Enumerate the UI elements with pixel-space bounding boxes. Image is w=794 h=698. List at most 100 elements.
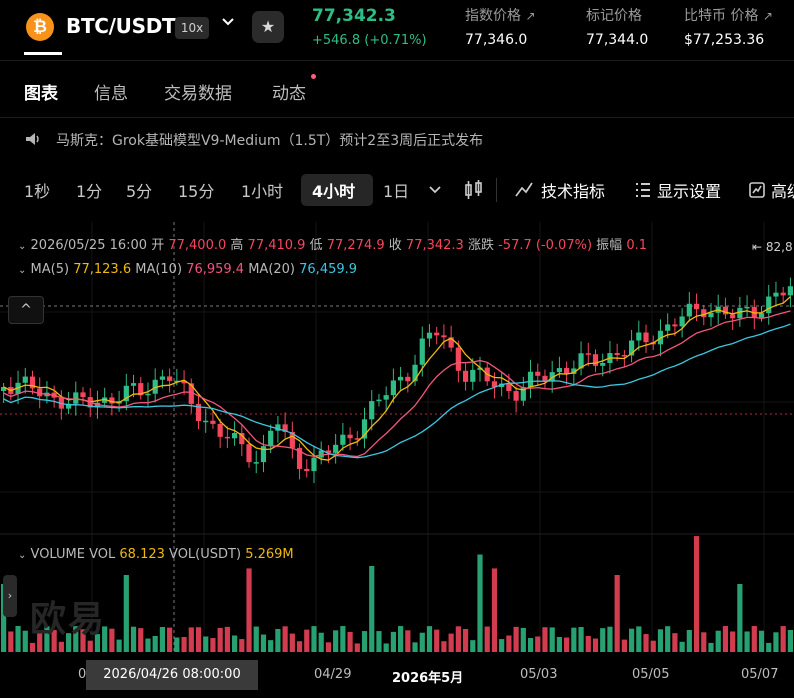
volume-bar: [636, 626, 642, 652]
favorite-star-icon[interactable]: ★: [252, 11, 284, 43]
volume-bar: [304, 629, 310, 652]
volume-bar: [376, 631, 382, 652]
tab-feed[interactable]: 动态: [272, 79, 306, 104]
candle-body: [585, 353, 591, 355]
volume-bar: [282, 626, 288, 652]
volume-bar: [369, 566, 375, 652]
candle-body: [210, 420, 216, 424]
candlestick-chart[interactable]: [0, 222, 794, 652]
volume-bar: [758, 630, 765, 652]
candle-body: [376, 399, 382, 402]
candle-body: [701, 309, 707, 318]
volume-bar: [585, 635, 591, 652]
chevron-down-icon[interactable]: [428, 182, 442, 201]
volume-bar: [354, 643, 360, 652]
volume-bar: [520, 627, 526, 652]
toolbar-divider: [496, 178, 497, 202]
okx-watermark-logo: 欧易: [30, 599, 107, 640]
candle-body: [527, 371, 534, 388]
active-tab-indicator: [24, 52, 62, 55]
index-price-label[interactable]: 指数价格 ↗: [465, 5, 536, 25]
candle-body: [405, 376, 411, 382]
tab-info[interactable]: 信息: [94, 79, 128, 104]
volume-bar: [527, 638, 534, 652]
chevron-down-icon[interactable]: ⌄: [18, 265, 26, 276]
volume-bar: [499, 639, 505, 652]
timeframe-1m[interactable]: 1分: [76, 178, 102, 202]
chevron-down-icon[interactable]: [221, 14, 235, 32]
candle-type-icon[interactable]: [463, 180, 485, 204]
volume-bar: [773, 632, 779, 652]
volume-bar: [657, 629, 664, 652]
volume-bar: [260, 634, 267, 652]
tab-trading-data[interactable]: 交易数据: [164, 79, 232, 104]
volume-bar: [462, 628, 469, 652]
volume-bar: [383, 643, 389, 652]
chevron-down-icon[interactable]: ⌄: [18, 241, 26, 252]
timeframe-5m[interactable]: 5分: [126, 178, 152, 202]
news-ticker[interactable]: 马斯克：Grok基础模型V9-Medium（1.5T）预计2至3周后正式发布: [0, 117, 794, 161]
candle-body: [304, 468, 310, 472]
volume-bar: [116, 639, 122, 652]
volume-bar: [174, 637, 180, 652]
volume-bar: [686, 629, 692, 652]
volume-bar: [405, 630, 411, 652]
price-change: +546.8 (+0.71%): [312, 33, 427, 48]
technical-indicators-button[interactable]: 技术指标: [541, 178, 605, 202]
timeframe-15m[interactable]: 15分: [178, 178, 214, 202]
candle-body: [672, 324, 678, 327]
candle-body: [564, 368, 570, 374]
timeframe-1h[interactable]: 1小时: [241, 178, 283, 202]
candle-body: [268, 430, 274, 447]
candle-body: [556, 368, 563, 373]
candle-body: [224, 436, 230, 439]
candle-body: [730, 314, 736, 319]
volume-bar: [477, 554, 483, 652]
volume-bar: [730, 631, 736, 652]
volume-bar: [448, 633, 454, 652]
volume-bar: [766, 642, 772, 652]
candle-body: [167, 376, 173, 381]
x-axis-label: 05/07: [741, 667, 779, 682]
ticker-header: ₿ BTC/USDT 10x ★ 77,342.3 +546.8 (+0.71%…: [0, 0, 794, 56]
volume-bar: [542, 627, 548, 652]
display-settings-button[interactable]: 显示设置: [657, 178, 721, 202]
speaker-icon: [24, 130, 42, 152]
timeframe-1d[interactable]: 1日: [383, 178, 409, 202]
btc-price-label[interactable]: 比特币 价格 ↗: [684, 5, 773, 25]
candle-body: [614, 353, 620, 356]
ohlc-legend: ⌄ 2026/05/25 16:00 开 77,400.0 高 77,410.9…: [18, 238, 647, 253]
mark-price-label[interactable]: 标记价格: [586, 5, 642, 25]
display-settings-icon: [634, 181, 652, 203]
timeframe-1s[interactable]: 1秒: [24, 178, 50, 202]
volume-legend: ⌄ VOLUME VOL 68.123 VOL(USDT) 5.269M: [18, 547, 294, 562]
tab-chart[interactable]: 图表: [24, 79, 58, 104]
chevron-down-icon[interactable]: ⌄: [18, 550, 26, 561]
candle-body: [37, 388, 43, 397]
volume-bar: [614, 575, 620, 652]
volume-bar: [239, 639, 245, 652]
volume-bar: [217, 627, 223, 652]
leverage-badge[interactable]: 10x: [175, 17, 209, 39]
ma-line: [3, 310, 791, 458]
side-panel-toggle[interactable]: ›: [3, 575, 17, 617]
volume-bar: [556, 636, 563, 652]
candle-body: [426, 332, 433, 339]
volume-bar: [592, 638, 599, 652]
candle-body: [246, 444, 252, 463]
volume-bar: [693, 536, 700, 652]
timeframe-4h[interactable]: 4小时: [312, 178, 355, 202]
candle-body: [455, 347, 461, 371]
volume-bar: [340, 626, 346, 652]
collapse-legend-button[interactable]: ^: [8, 296, 44, 324]
advanced-chart-button[interactable]: 高级: [771, 178, 794, 202]
candle-body: [145, 393, 151, 396]
volume-bar: [715, 630, 721, 652]
candle-body: [80, 392, 86, 398]
volume-bar: [455, 626, 461, 652]
volume-bar: [600, 628, 606, 652]
x-axis-label: 04/29: [314, 667, 352, 682]
volume-bar: [246, 568, 252, 652]
ma-line: [3, 323, 791, 459]
pair-selector[interactable]: BTC/USDT: [66, 14, 176, 38]
